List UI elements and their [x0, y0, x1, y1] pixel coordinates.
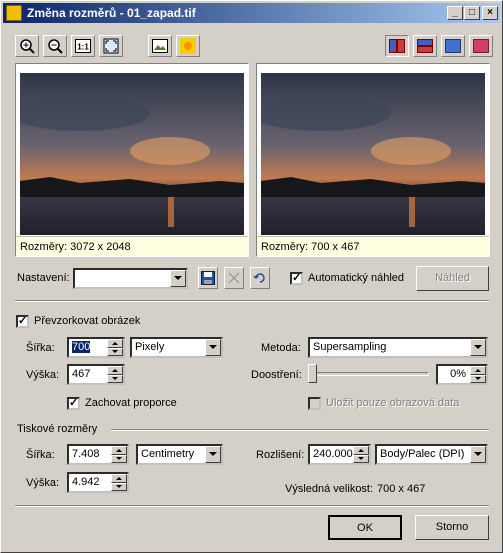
chevron-down-icon[interactable]: [205, 446, 221, 463]
save-data-only-label: Uložit pouze obrazová data: [326, 397, 460, 409]
chevron-down-icon[interactable]: [470, 446, 486, 463]
print-section-label: Tiskové rozměry: [17, 423, 98, 435]
result-size-caption: Rozměry: 700 x 467: [257, 236, 489, 256]
sun-icon[interactable]: [176, 35, 200, 57]
sharpen-track: [312, 372, 429, 376]
result-size-value: 700 x 467: [377, 483, 426, 495]
print-width-input[interactable]: 7.408: [67, 444, 129, 465]
height-input[interactable]: 467: [67, 364, 125, 385]
resample-label: Převzorkovat obrázek: [34, 315, 141, 327]
sharpen-value: 0%: [450, 368, 466, 380]
app-icon: [6, 5, 22, 21]
sharpen-slider-handle[interactable]: [308, 364, 317, 383]
resolution-input[interactable]: 240.000: [308, 444, 371, 465]
original-sunset-image: [20, 73, 244, 235]
resolution-stepper[interactable]: [353, 446, 369, 463]
before-view-icon[interactable]: [441, 35, 465, 57]
resolution-unit-value: Body/Palec (DPI): [380, 448, 465, 460]
reset-icon[interactable]: [250, 267, 270, 289]
print-height-stepper[interactable]: [111, 474, 127, 491]
separator: [15, 505, 489, 507]
auto-preview-checkbox[interactable]: ✓: [290, 272, 303, 285]
pixel-unit-combo[interactable]: Pixely: [130, 337, 223, 358]
height-stepper[interactable]: [107, 366, 123, 383]
sharpen-input[interactable]: 0%: [436, 364, 488, 385]
pixel-unit-value: Pixely: [135, 341, 165, 353]
resolution-value: 240.000: [313, 448, 353, 460]
print-height-label: Výška:: [26, 477, 60, 489]
print-unit-combo[interactable]: Centimetry: [136, 444, 223, 465]
maximize-button[interactable]: □: [464, 6, 480, 20]
window-title: Změna rozměrů - 01_zapad.tif: [27, 6, 196, 20]
fit-to-window-icon[interactable]: [99, 35, 123, 57]
width-label: Šířka:: [26, 342, 55, 354]
height-value: 467: [72, 368, 91, 380]
width-value: 700: [72, 341, 91, 353]
ok-button[interactable]: OK: [328, 515, 402, 540]
sharpen-label: Doostření:: [251, 369, 302, 381]
save-preset-button[interactable]: [198, 267, 218, 289]
after-view-icon[interactable]: [469, 35, 493, 57]
method-value: Supersampling: [313, 341, 387, 353]
width-stepper[interactable]: [107, 339, 123, 356]
print-width-label: Šířka:: [26, 449, 55, 461]
result-preview-pane: Rozměry: 700 x 467: [256, 63, 490, 257]
print-width-value: 7.408: [72, 448, 100, 460]
zoom-out-icon[interactable]: [43, 35, 67, 57]
print-unit-value: Centimetry: [141, 448, 195, 460]
keep-ratio-label: Zachovat proporce: [85, 397, 177, 409]
print-width-stepper[interactable]: [111, 446, 127, 463]
print-height-value: 4.942: [72, 476, 100, 488]
svg-text:1:1: 1:1: [77, 43, 89, 52]
method-combo[interactable]: Supersampling: [308, 337, 488, 358]
separator: [15, 300, 489, 302]
zoom-in-icon[interactable]: [15, 35, 39, 57]
resolution-unit-combo[interactable]: Body/Palec (DPI): [375, 444, 488, 465]
image-preview-icon[interactable]: [148, 35, 172, 57]
actual-size-icon[interactable]: 1:1: [71, 35, 95, 57]
print-height-input[interactable]: 4.942: [67, 472, 129, 493]
chevron-down-icon[interactable]: [205, 339, 221, 356]
chevron-down-icon[interactable]: [170, 270, 186, 287]
resize-dialog: Změna rozměrů - 01_zapad.tif _ □ × 1:1 R…: [0, 0, 503, 553]
width-input[interactable]: 700: [67, 337, 125, 358]
original-size-caption: Rozměry: 3072 x 2048: [16, 236, 248, 256]
keep-ratio-checkbox[interactable]: ✓: [67, 397, 80, 410]
chevron-down-icon[interactable]: [470, 339, 486, 356]
close-button[interactable]: ×: [482, 6, 498, 20]
cancel-button[interactable]: Storno: [415, 515, 489, 540]
split-horizontal-icon[interactable]: [413, 35, 437, 57]
method-label: Metoda:: [261, 342, 301, 354]
original-preview-pane: Rozměry: 3072 x 2048: [15, 63, 249, 257]
preset-combo[interactable]: [73, 268, 188, 289]
result-sunset-image: [261, 73, 485, 235]
save-data-only-checkbox[interactable]: [308, 397, 321, 410]
delete-preset-button[interactable]: [224, 267, 244, 289]
resolution-label: Rozlišení:: [256, 449, 305, 461]
resample-checkbox[interactable]: ✓: [16, 315, 29, 328]
sharpen-stepper[interactable]: [470, 366, 486, 383]
preview-button[interactable]: Náhled: [416, 266, 489, 291]
preset-label: Nastavení:: [17, 272, 70, 284]
result-size-label: Výsledná velikost:: [285, 483, 374, 495]
height-label: Výška:: [26, 369, 60, 381]
title-bar[interactable]: Změna rozměrů - 01_zapad.tif _ □ ×: [3, 3, 500, 23]
split-vertical-icon[interactable]: [385, 35, 409, 57]
auto-preview-label: Automatický náhled: [308, 272, 404, 284]
separator: [111, 429, 489, 431]
minimize-button[interactable]: _: [447, 6, 463, 20]
